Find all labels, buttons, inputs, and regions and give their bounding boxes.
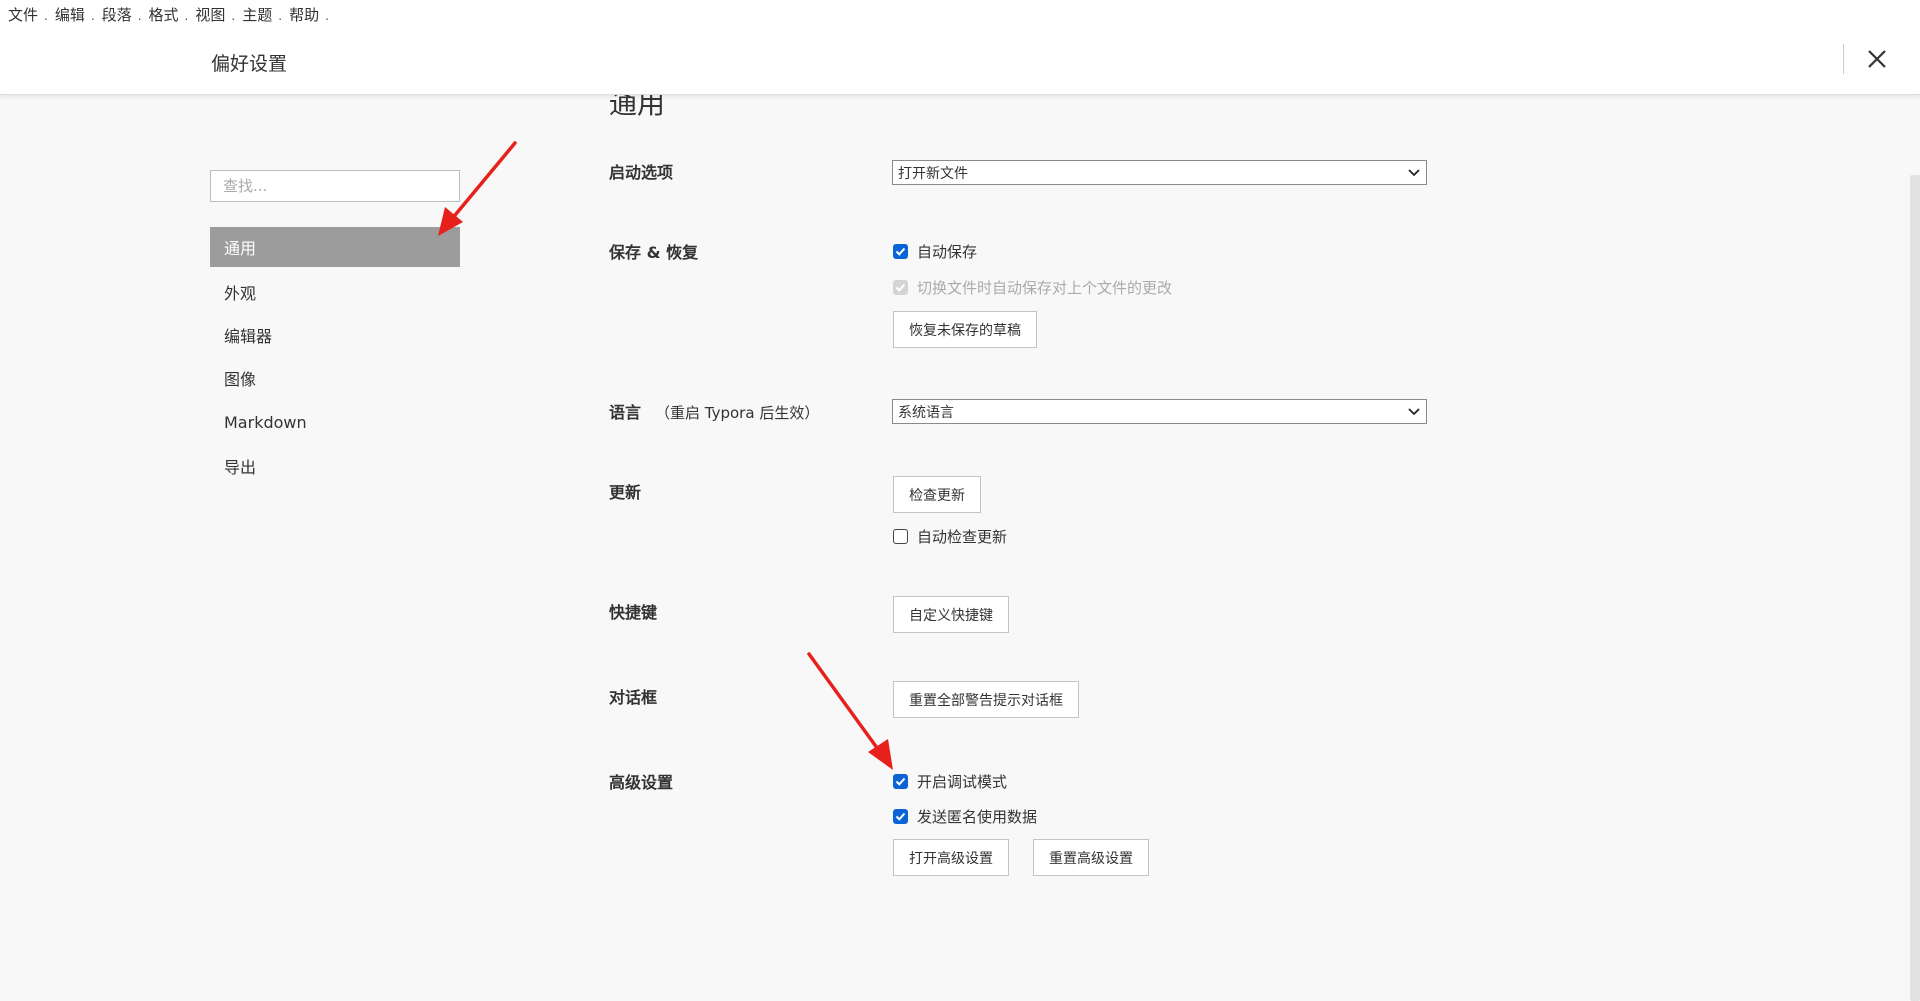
check-icon bbox=[895, 247, 906, 256]
close-button[interactable] bbox=[1862, 44, 1892, 74]
annotation-arrow-icon bbox=[807, 652, 893, 770]
update-label: 更新 bbox=[609, 483, 642, 502]
language-select[interactable]: 系统语言 bbox=[892, 399, 1427, 424]
recover-drafts-button[interactable]: 恢复未保存的草稿 bbox=[893, 311, 1037, 348]
preferences-header: 偏好设置 bbox=[0, 27, 1920, 95]
sidebar-item-editor[interactable]: 编辑器 bbox=[210, 315, 460, 355]
menu-format[interactable]: 格式. bbox=[149, 4, 189, 25]
shortcuts-label: 快捷键 bbox=[609, 603, 658, 622]
sidebar-item-image[interactable]: 图像 bbox=[210, 358, 460, 398]
startup-select-value: 打开新文件 bbox=[898, 165, 968, 182]
sidebar-item-appearance[interactable]: 外观 bbox=[210, 272, 460, 312]
sidebar-item-general[interactable]: 通用 bbox=[210, 227, 460, 267]
telemetry-option[interactable]: 发送匿名使用数据 bbox=[893, 806, 1037, 827]
check-icon bbox=[895, 777, 906, 786]
autosave-checkbox[interactable] bbox=[893, 244, 908, 259]
autosave-switch-checkbox bbox=[893, 280, 908, 295]
startup-select[interactable]: 打开新文件 bbox=[892, 160, 1427, 185]
check-icon bbox=[895, 283, 906, 292]
sidebar-item-export[interactable]: 导出 bbox=[210, 446, 460, 486]
menu-view[interactable]: 视图. bbox=[195, 4, 235, 25]
scrollbar-thumb[interactable] bbox=[1910, 175, 1920, 1001]
telemetry-label: 发送匿名使用数据 bbox=[917, 808, 1038, 826]
auto-check-updates-checkbox[interactable] bbox=[893, 529, 908, 544]
reset-advanced-settings-button[interactable]: 重置高级设置 bbox=[1033, 839, 1149, 876]
menu-edit[interactable]: 编辑. bbox=[55, 4, 95, 25]
menu-paragraph[interactable]: 段落. bbox=[102, 4, 142, 25]
close-icon bbox=[1868, 50, 1886, 68]
debug-mode-checkbox[interactable] bbox=[893, 774, 908, 789]
save-restore-label: 保存 & 恢复 bbox=[609, 243, 699, 262]
startup-label: 启动选项 bbox=[609, 163, 674, 182]
debug-mode-label: 开启调试模式 bbox=[917, 773, 1008, 791]
dialogs-label: 对话框 bbox=[609, 688, 658, 707]
autosave-option[interactable]: 自动保存 bbox=[893, 241, 977, 262]
language-label: 语言 （重启 Typora 后生效） bbox=[609, 403, 820, 422]
page-title: 偏好设置 bbox=[211, 53, 288, 75]
open-advanced-settings-button[interactable]: 打开高级设置 bbox=[893, 839, 1009, 876]
language-note: （重启 Typora 后生效） bbox=[655, 404, 820, 422]
menu-bar: 文件. 编辑. 段落. 格式. 视图. 主题. 帮助. bbox=[0, 0, 1920, 27]
autosave-switch-label: 切换文件时自动保存对上个文件的更改 bbox=[917, 279, 1173, 297]
autosave-label: 自动保存 bbox=[917, 243, 978, 261]
autosave-switch-option: 切换文件时自动保存对上个文件的更改 bbox=[893, 277, 1172, 298]
advanced-label: 高级设置 bbox=[609, 773, 674, 792]
chevron-down-icon bbox=[1408, 169, 1420, 177]
reset-dialogs-button[interactable]: 重置全部警告提示对话框 bbox=[893, 681, 1079, 718]
menu-file[interactable]: 文件. bbox=[8, 4, 48, 25]
check-icon bbox=[895, 812, 906, 821]
sidebar-item-markdown[interactable]: Markdown bbox=[210, 402, 460, 442]
header-divider bbox=[1843, 44, 1844, 74]
auto-check-updates-label: 自动检查更新 bbox=[917, 528, 1008, 546]
check-updates-button[interactable]: 检查更新 bbox=[893, 476, 981, 513]
menu-theme[interactable]: 主题. bbox=[242, 4, 282, 25]
auto-check-updates-option[interactable]: 自动检查更新 bbox=[893, 526, 1007, 547]
chevron-down-icon bbox=[1408, 408, 1420, 416]
customize-shortcuts-button[interactable]: 自定义快捷键 bbox=[893, 596, 1009, 633]
debug-mode-option[interactable]: 开启调试模式 bbox=[893, 771, 1007, 792]
language-select-value: 系统语言 bbox=[898, 404, 954, 421]
search-input[interactable] bbox=[210, 170, 460, 202]
telemetry-checkbox[interactable] bbox=[893, 809, 908, 824]
menu-help[interactable]: 帮助. bbox=[289, 4, 329, 25]
